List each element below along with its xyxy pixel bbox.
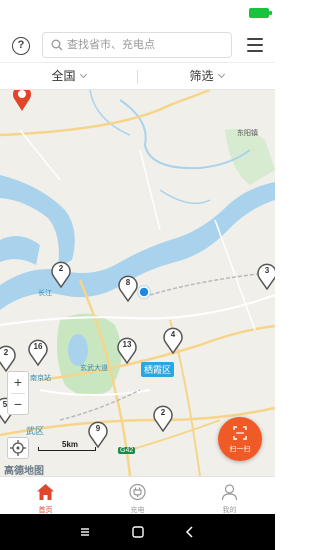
map-scale: 5km <box>38 440 96 452</box>
tab-charge[interactable]: 充电 <box>92 477 183 515</box>
chevron-down-icon <box>217 70 225 79</box>
charging-station-pin[interactable]: 2 <box>0 344 17 373</box>
home-icon <box>37 484 54 500</box>
place-label: 长江 <box>38 290 52 297</box>
menu-line <box>247 44 263 46</box>
region-filter-label: 全国 <box>51 69 76 83</box>
menu-line <box>247 50 263 52</box>
scan-button[interactable]: 扫一扫 <box>218 417 262 461</box>
scale-bar <box>38 447 96 451</box>
recent-apps-icon[interactable] <box>76 523 94 541</box>
pin-count: 4 <box>170 330 176 339</box>
chevron-down-icon <box>79 70 87 79</box>
tab-profile[interactable]: 我的 <box>184 477 275 515</box>
charging-station-pin[interactable]: 13 <box>116 336 138 365</box>
locate-button[interactable] <box>7 437 29 459</box>
user-icon <box>221 484 238 501</box>
pin-count: 2 <box>160 408 166 417</box>
zoom-control: + − <box>7 371 29 415</box>
more-filter[interactable]: 筛选 <box>138 63 275 90</box>
more-filter-label: 筛选 <box>189 69 214 83</box>
menu-line <box>247 38 263 40</box>
place-label: 南京站 <box>30 375 51 382</box>
home-nav-icon[interactable] <box>129 523 147 541</box>
pin-count: 8 <box>125 278 131 287</box>
menu-button[interactable] <box>247 38 263 52</box>
charging-station-pin[interactable]: 8 <box>117 274 139 303</box>
pin-count: 2 <box>3 348 9 357</box>
place-label: 东阳镇 <box>237 130 258 137</box>
pin-count: 9 <box>95 424 101 433</box>
charging-station-pin[interactable]: 3 <box>256 262 275 291</box>
crosshair-icon <box>10 440 26 456</box>
pin-count: 16 <box>33 342 43 351</box>
road-label: 玄武大道 <box>80 365 108 372</box>
help-button[interactable]: ? <box>12 37 30 55</box>
selected-location-pin[interactable] <box>11 90 33 112</box>
filter-bar: 全国 筛选 <box>0 62 275 90</box>
charge-plug-icon <box>129 483 146 501</box>
region-filter[interactable]: 全国 <box>0 63 137 90</box>
status-bar <box>0 0 275 28</box>
search-icon <box>51 39 63 51</box>
charging-station-pin[interactable]: 16 <box>27 338 49 367</box>
charging-station-pin[interactable]: 2 <box>152 404 174 433</box>
place-label: 武区 <box>26 426 45 436</box>
zoom-out-button[interactable]: − <box>8 394 28 415</box>
charging-station-pin[interactable]: 2 <box>50 260 72 289</box>
tab-home[interactable]: 首页 <box>0 477 91 515</box>
battery-icon <box>249 8 269 18</box>
scan-icon <box>233 426 247 440</box>
pin-count: 2 <box>58 264 64 273</box>
district-badge: 栖霞区 <box>141 362 175 377</box>
search-box[interactable] <box>42 32 232 58</box>
search-input[interactable] <box>67 33 227 57</box>
map-attribution: 高德地图 <box>4 466 44 476</box>
pin-count: 13 <box>122 340 132 349</box>
back-icon[interactable] <box>181 523 199 541</box>
zoom-in-button[interactable]: + <box>8 372 28 393</box>
system-nav-bar <box>0 514 275 550</box>
pin-count: 3 <box>264 266 270 275</box>
scan-label: 扫一扫 <box>229 446 251 453</box>
charging-station-pin[interactable]: 4 <box>162 326 184 355</box>
search-bar: ? <box>0 28 275 62</box>
highway-label: G42 <box>118 447 136 454</box>
map-view[interactable]: 东阳镇 长江 南京站 玄武大道 武区 G42 栖霞区 2 8 3 13 4 16… <box>0 90 275 476</box>
battery-tip <box>269 11 272 15</box>
bottom-tab-bar: 首页 充电 我的 <box>0 476 275 514</box>
